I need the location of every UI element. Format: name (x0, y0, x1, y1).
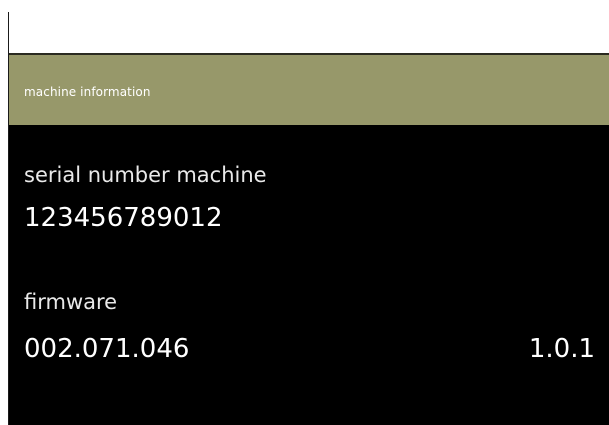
firmware-label: firmware (24, 290, 118, 314)
firmware-value: 002.071.046 (24, 334, 190, 364)
firmware-version: 1.0.1 (528, 334, 595, 364)
page-title: machine information (24, 85, 151, 99)
machine-info-screen: machine information serial number machin… (9, 53, 609, 425)
serial-number-label: serial number machine (24, 163, 267, 187)
header-bar: machine information (9, 53, 609, 125)
serial-number-value: 123456789012 (24, 203, 223, 233)
